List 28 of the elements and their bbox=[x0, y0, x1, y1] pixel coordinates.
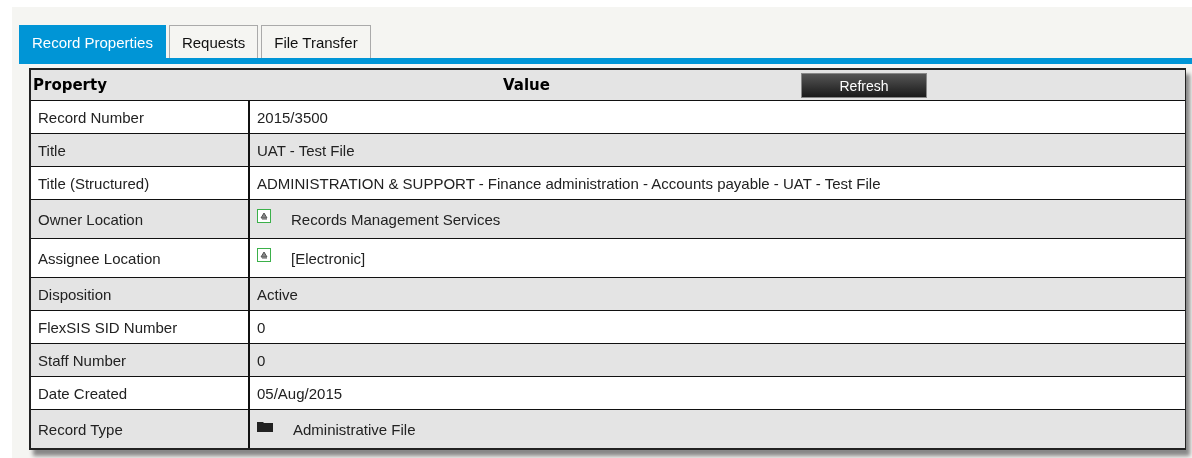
property-label: Date Created bbox=[38, 384, 128, 402]
location-icon bbox=[257, 209, 271, 223]
property-label: FlexSIS SID Number bbox=[38, 318, 178, 336]
column-header: Property bbox=[32, 76, 108, 94]
tab[interactable]: Requests bbox=[168, 25, 259, 58]
column-header: Value bbox=[503, 76, 550, 94]
property-value: 0 bbox=[257, 351, 266, 369]
property-label: Title (Structured) bbox=[38, 174, 150, 192]
property-label: Assignee Location bbox=[38, 249, 161, 267]
property-value: [Electronic] bbox=[291, 249, 366, 267]
property-value: 0 bbox=[257, 318, 266, 336]
property-value: Active bbox=[257, 285, 298, 303]
property-value: UAT - Test File bbox=[257, 141, 355, 159]
folder-icon bbox=[257, 420, 273, 432]
refresh-button[interactable]: Refresh bbox=[801, 73, 927, 98]
property-label: Title bbox=[38, 141, 66, 159]
property-label: Disposition bbox=[38, 285, 112, 303]
property-label: Record Type bbox=[38, 420, 123, 438]
tab[interactable]: File Transfer bbox=[261, 25, 371, 58]
property-value: 05/Aug/2015 bbox=[257, 384, 343, 402]
location-icon bbox=[257, 248, 271, 262]
property-label: Owner Location bbox=[38, 210, 144, 228]
property-value: 2015/3500 bbox=[257, 108, 328, 126]
property-value: Administrative File bbox=[293, 420, 416, 438]
property-label: Record Number bbox=[38, 108, 144, 126]
property-value: ADMINISTRATION & SUPPORT - Finance administration - Accounts payable - UAT - Test File bbox=[257, 174, 881, 192]
property-value: Records Management Services bbox=[291, 210, 501, 228]
property-label: Staff Number bbox=[38, 351, 127, 369]
